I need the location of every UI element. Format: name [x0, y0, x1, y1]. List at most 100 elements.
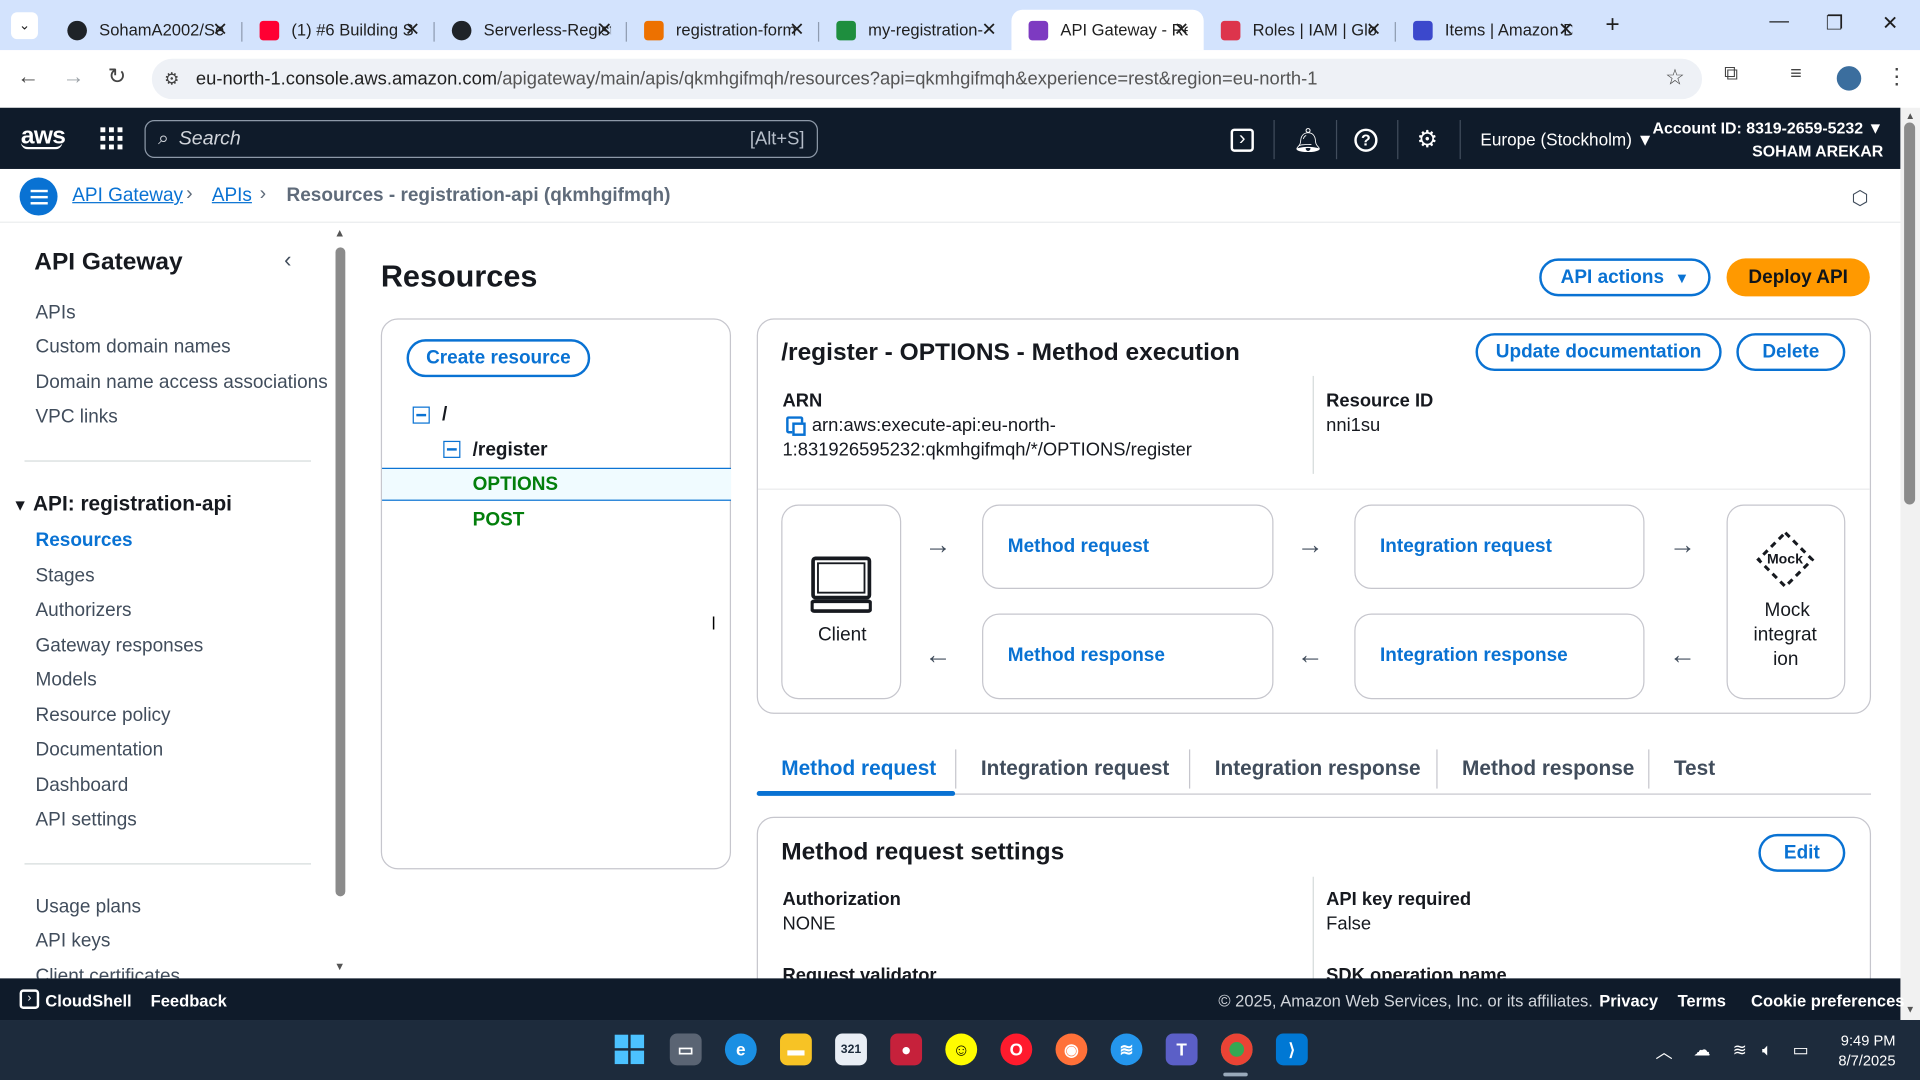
- browser-tab-youtube[interactable]: (1) #6 Building S ✕: [242, 10, 435, 50]
- calendar-app-icon[interactable]: 321: [835, 1033, 867, 1066]
- url-bar[interactable]: ⚙ eu-north-1.console.aws.amazon.com/apig…: [151, 58, 1703, 100]
- vscode-icon[interactable]: ⟩: [1275, 1033, 1308, 1066]
- cloudshell-link[interactable]: CloudShell: [45, 992, 131, 1010]
- page-scrollbar[interactable]: ▲ ▼: [1900, 107, 1920, 1021]
- tab-integration-request[interactable]: Integration request: [981, 757, 1170, 781]
- minimize-icon[interactable]: —: [1769, 11, 1789, 33]
- api-actions-button[interactable]: API actions ▼: [1539, 258, 1711, 297]
- docker-icon[interactable]: ≋: [1110, 1033, 1143, 1066]
- new-tab-icon[interactable]: +: [1605, 11, 1619, 39]
- sidebar-item-authorizers[interactable]: Authorizers: [36, 600, 132, 622]
- terms-link[interactable]: Terms: [1678, 992, 1726, 1010]
- cookie-preferences-link[interactable]: Cookie preferences: [1751, 992, 1904, 1010]
- tree-node-post-method[interactable]: POST: [473, 509, 525, 531]
- sidebar-item-client-certificates[interactable]: Client certificates: [36, 966, 181, 978]
- deploy-api-button[interactable]: Deploy API: [1726, 258, 1870, 297]
- scrollbar-thumb[interactable]: [335, 247, 346, 897]
- chrome-icon[interactable]: [1220, 1033, 1253, 1066]
- scroll-down-icon[interactable]: ▼: [1905, 1004, 1915, 1015]
- sidebar-item-models[interactable]: Models: [36, 670, 97, 692]
- browser-tab-github-serverless[interactable]: Serverless-Regist ✕: [435, 10, 627, 50]
- browser-tab-api-gateway[interactable]: API Gateway - Re ✕: [1011, 9, 1204, 51]
- bookmark-star-icon[interactable]: ☆: [1665, 65, 1685, 91]
- close-tab-icon[interactable]: ✕: [1558, 18, 1573, 41]
- sidebar-item-documentation[interactable]: Documentation: [36, 740, 164, 762]
- close-tab-icon[interactable]: ✕: [1174, 18, 1189, 41]
- sidebar-item-stages[interactable]: Stages: [36, 566, 95, 588]
- settings-gear-icon[interactable]: ⚙: [1417, 126, 1438, 154]
- sidebar-item-api-keys[interactable]: API keys: [36, 931, 111, 953]
- navigation-menu-button[interactable]: [19, 177, 58, 216]
- services-grid-icon[interactable]: [100, 127, 123, 150]
- opera-icon[interactable]: O: [1000, 1033, 1033, 1066]
- copy-icon[interactable]: [786, 416, 806, 436]
- edge-browser-icon[interactable]: e: [724, 1033, 757, 1066]
- close-tab-icon[interactable]: ✕: [405, 18, 420, 41]
- back-icon[interactable]: ←: [17, 64, 39, 90]
- among-us-icon[interactable]: ●: [890, 1033, 923, 1066]
- scroll-up-icon[interactable]: ▲: [1905, 110, 1915, 121]
- sidebar-item-usage-plans[interactable]: Usage plans: [36, 896, 142, 918]
- file-explorer-icon[interactable]: ▬: [780, 1033, 812, 1066]
- privacy-link[interactable]: Privacy: [1599, 992, 1658, 1010]
- account-menu[interactable]: Account ID: 8319-2659-5232 ▼ SOHAM AREKA…: [1652, 116, 1883, 163]
- volume-icon[interactable]: 🔈︎: [1762, 1040, 1772, 1061]
- notifications-bell-icon[interactable]: 🔔︎: [1293, 126, 1323, 155]
- wifi-icon[interactable]: ≋: [1733, 1040, 1747, 1061]
- browser-tab-lambda[interactable]: registration-form ✕: [627, 10, 820, 50]
- cloudshell-icon[interactable]: ›: [1230, 128, 1254, 152]
- browser-tab-github-repo[interactable]: SohamA2002/Se ✕: [50, 10, 243, 50]
- delete-button[interactable]: Delete: [1736, 333, 1846, 372]
- scroll-up-icon[interactable]: ▲: [334, 227, 345, 239]
- windows-start-icon[interactable]: [614, 1034, 645, 1065]
- battery-icon[interactable]: ▭: [1793, 1040, 1809, 1061]
- site-info-icon[interactable]: ⚙: [164, 69, 179, 90]
- edit-button[interactable]: Edit: [1758, 833, 1846, 872]
- side-nav-title[interactable]: API Gateway: [34, 249, 182, 277]
- sidebar-item-api-settings[interactable]: API settings: [36, 809, 137, 831]
- region-selector[interactable]: Europe (Stockholm) ▼: [1480, 130, 1653, 150]
- tab-test[interactable]: Test: [1674, 757, 1715, 781]
- sidebar-item-apis[interactable]: APIs: [36, 302, 76, 324]
- scroll-down-icon[interactable]: ▼: [334, 960, 345, 972]
- close-tab-icon[interactable]: ✕: [1366, 18, 1381, 41]
- breadcrumb-api-gateway[interactable]: API Gateway: [72, 185, 183, 207]
- close-tab-icon[interactable]: ✕: [212, 18, 227, 41]
- media-control-icon[interactable]: ≡: [1790, 64, 1801, 86]
- snapchat-icon[interactable]: ☺: [945, 1033, 978, 1066]
- sidebar-item-vpc-links[interactable]: VPC links: [36, 407, 118, 429]
- task-view-icon[interactable]: ▭: [669, 1033, 702, 1066]
- browser-tab-dynamodb[interactable]: Items | Amazon D ✕: [1396, 10, 1588, 50]
- extensions-icon[interactable]: ⧉: [1724, 64, 1738, 86]
- collapse-root-icon[interactable]: [412, 406, 430, 424]
- maximize-icon[interactable]: ❐: [1826, 11, 1844, 35]
- info-panel-icon[interactable]: ⬡: [1851, 186, 1868, 210]
- update-documentation-button[interactable]: Update documentation: [1475, 333, 1722, 372]
- sidebar-item-resources[interactable]: Resources: [36, 530, 133, 552]
- browser-menu-icon[interactable]: ⋮: [1886, 64, 1908, 90]
- profile-avatar[interactable]: [1836, 66, 1862, 91]
- browser-tab-s3[interactable]: my-registration- ✕: [819, 10, 1011, 50]
- forward-icon[interactable]: →: [62, 64, 84, 90]
- sidebar-item-dashboard[interactable]: Dashboard: [36, 775, 129, 797]
- tab-method-request[interactable]: Method request: [781, 757, 936, 781]
- sidebar-scrollbar[interactable]: ▲ ▼: [331, 222, 351, 980]
- sidebar-item-domain-name-access[interactable]: Domain name access associations: [36, 372, 328, 394]
- create-resource-button[interactable]: Create resource: [406, 339, 591, 378]
- integration-request-link[interactable]: Integration request: [1380, 536, 1552, 558]
- browser-tab-iam[interactable]: Roles | IAM | Glo ✕: [1204, 10, 1396, 50]
- reload-icon[interactable]: ↻: [108, 64, 126, 90]
- console-search-input[interactable]: ⌕ Search [Alt+S]: [144, 120, 818, 158]
- taskbar-clock[interactable]: 9:49 PM 8/7/2025: [1838, 1031, 1895, 1070]
- tab-method-response[interactable]: Method response: [1462, 757, 1634, 781]
- onedrive-icon[interactable]: ☁: [1693, 1040, 1710, 1061]
- method-response-link[interactable]: Method response: [1008, 645, 1165, 667]
- teams-icon[interactable]: T: [1165, 1033, 1198, 1066]
- breadcrumb-apis[interactable]: APIs: [212, 185, 252, 207]
- close-tab-icon[interactable]: ✕: [597, 18, 612, 41]
- firefox-icon[interactable]: ◉: [1055, 1033, 1088, 1066]
- scrollbar-thumb[interactable]: [1904, 122, 1916, 505]
- sidebar-item-resource-policy[interactable]: Resource policy: [36, 705, 171, 727]
- tree-node-register[interactable]: /register: [473, 440, 548, 462]
- sidebar-item-custom-domain-names[interactable]: Custom domain names: [36, 337, 231, 359]
